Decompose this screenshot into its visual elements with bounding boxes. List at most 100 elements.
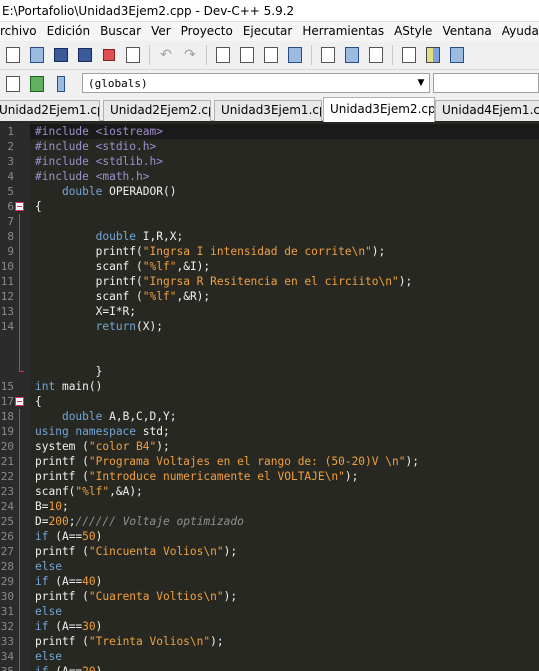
- code-line[interactable]: 9 printf("Ingrsa I intensidad de corrite…: [7, 244, 539, 259]
- code-line[interactable]: 17 {: [1, 394, 539, 409]
- code-line[interactable]: 13 X=I*R;: [1, 304, 539, 319]
- code-line[interactable]: 34 else: [1, 649, 539, 664]
- find-next-icon[interactable]: [260, 44, 282, 66]
- code-line[interactable]: 28 else: [1, 559, 539, 574]
- code-line[interactable]: 20 system ("color B4");: [1, 439, 539, 454]
- code-line[interactable]: 21 printf ("Programa Voltajes en el rango…: [1, 454, 539, 469]
- save-icon[interactable]: [50, 44, 72, 66]
- code-token: ): [95, 530, 103, 543]
- menu-buscar[interactable]: Buscar: [95, 22, 146, 41]
- line-number: 28: [0, 560, 14, 573]
- code-editor[interactable]: 1 #include <iostream> 2 #include <stdio.h> 3…: [0, 121, 539, 671]
- print-icon[interactable]: [122, 44, 144, 66]
- code-line[interactable]: 2 #include <stdio.h>: [7, 139, 539, 154]
- insert-icon[interactable]: [365, 44, 387, 66]
- toggle-layout-icon[interactable]: [317, 44, 339, 66]
- fold-collapse-icon[interactable]: [15, 397, 24, 406]
- code-token: printf(: [35, 275, 143, 288]
- code-token: {: [35, 395, 42, 408]
- menu-archivo[interactable]: rchivo: [0, 22, 42, 41]
- menu-edicion[interactable]: Edición: [42, 22, 95, 41]
- fold-guide: [19, 619, 20, 634]
- fold-collapse-icon[interactable]: [15, 202, 24, 211]
- tab-unidad2ejem1[interactable]: Unidad2Ejem1.cpp: [0, 100, 100, 121]
- code-line[interactable]: }: [19, 364, 539, 379]
- main-toolbar: ↶ ↷: [0, 41, 539, 70]
- code-line[interactable]: [19, 349, 539, 364]
- code-token: 50: [82, 530, 96, 543]
- code-line[interactable]: 26 if (A==50): [1, 529, 539, 544]
- new-file-icon[interactable]: [2, 44, 24, 66]
- code-line[interactable]: 15 int main(): [1, 379, 539, 394]
- code-token: ): [96, 665, 103, 671]
- open-file-icon[interactable]: [26, 44, 48, 66]
- code-line[interactable]: 4 #include <math.h>: [7, 169, 539, 184]
- code-token: 20: [82, 665, 95, 671]
- menu-ventana[interactable]: Ventana: [437, 22, 496, 41]
- member-selector[interactable]: [433, 73, 539, 93]
- code-line[interactable]: 12 scanf ("%lf",&R);: [1, 289, 539, 304]
- menu-ver[interactable]: Ver: [146, 22, 176, 41]
- code-token: 10: [48, 500, 62, 513]
- code-line[interactable]: 25 D=200;////// Voltaje optimizado: [1, 514, 539, 529]
- code-line[interactable]: 29 if (A==40): [1, 574, 539, 589]
- code-line[interactable]: 18 double A,B,C,D,Y;: [1, 409, 539, 424]
- menu-proyecto[interactable]: Proyecto: [176, 22, 238, 41]
- chevron-down-icon[interactable]: ▼: [413, 74, 429, 92]
- code-token: }: [35, 365, 103, 378]
- compile-icon[interactable]: [398, 44, 420, 66]
- grid-icon[interactable]: [422, 44, 444, 66]
- undo-icon[interactable]: ↶: [155, 44, 177, 66]
- code-line[interactable]: 11 printf("Ingrsa R Resitencia en el cir…: [1, 274, 539, 289]
- goto-definition-icon[interactable]: [26, 73, 48, 95]
- help-icon[interactable]: [446, 44, 468, 66]
- code-line[interactable]: 5 double OPERADOR(): [7, 184, 539, 199]
- code-line[interactable]: 1 #include <iostream>: [7, 124, 539, 139]
- code-text: #include <math.h>: [35, 169, 150, 184]
- code-line[interactable]: 19 using namespace std;: [1, 424, 539, 439]
- replace-icon[interactable]: [236, 44, 258, 66]
- code-line[interactable]: 31 else: [1, 604, 539, 619]
- code-line[interactable]: 32 if (A==30): [1, 619, 539, 634]
- code-line[interactable]: 27 printf ("Cincuenta Volios\n");: [1, 544, 539, 559]
- code-line[interactable]: 14 return(X);: [1, 319, 539, 334]
- menu-ejecutar[interactable]: Ejecutar: [238, 22, 298, 41]
- code-line[interactable]: 8 double I,R,X;: [7, 229, 539, 244]
- menu-astyle[interactable]: AStyle: [389, 22, 437, 41]
- tab-unidad3ejem1[interactable]: Unidad3Ejem1.cpp: [214, 100, 322, 121]
- code-token: printf (: [35, 635, 89, 648]
- tab-unidad3ejem2[interactable]: Unidad3Ejem2.cpp: [323, 97, 435, 122]
- code-area[interactable]: 1 #include <iostream> 2 #include <stdio.h> 3…: [1, 124, 539, 671]
- menu-ayuda[interactable]: Ayuda: [497, 22, 539, 41]
- code-token: A,B,C,D,Y;: [102, 410, 177, 423]
- fold-guide: [19, 334, 20, 349]
- code-line[interactable]: 10 scanf ("%lf",&I);: [1, 259, 539, 274]
- code-text: printf ("Cuarenta Voltios\n");: [35, 589, 237, 604]
- code-line[interactable]: 33 printf ("Treinta Volios\n");: [1, 634, 539, 649]
- menu-herramientas[interactable]: Herramientas: [297, 22, 389, 41]
- code-line[interactable]: 24 B=10;: [1, 499, 539, 514]
- code-line[interactable]: 3 #include <stdlib.h>: [7, 154, 539, 169]
- close-icon[interactable]: [98, 44, 120, 66]
- code-token: "Treinta Volios\n": [88, 635, 211, 648]
- code-token: 40: [82, 575, 96, 588]
- code-line[interactable]: 22 printf ("Introduce numericamente el VO…: [1, 469, 539, 484]
- find-icon[interactable]: [212, 44, 234, 66]
- code-line[interactable]: 7: [7, 214, 539, 229]
- bookmark-icon[interactable]: [50, 73, 72, 95]
- code-token: if: [35, 530, 49, 543]
- redo-icon[interactable]: ↷: [179, 44, 201, 66]
- class-browser-icon[interactable]: [2, 73, 24, 95]
- code-line[interactable]: 30 printf ("Cuarenta Voltios\n");: [1, 589, 539, 604]
- save-all-icon[interactable]: [74, 44, 96, 66]
- code-line[interactable]: 35 if (A==20): [1, 664, 539, 671]
- code-line[interactable]: 6{: [7, 199, 539, 214]
- goto-line-icon[interactable]: [284, 44, 306, 66]
- scope-selector[interactable]: (globals) ▼: [82, 73, 430, 93]
- code-line[interactable]: 23 scanf("%lf",&A);: [1, 484, 539, 499]
- tab-unidad4ejem1[interactable]: Unidad4Ejem1.cpp: [435, 100, 539, 121]
- tab-unidad2ejem2[interactable]: Unidad2Ejem2.cpp: [103, 100, 211, 121]
- code-line[interactable]: [19, 334, 539, 349]
- new-class-icon[interactable]: [341, 44, 363, 66]
- line-number: 22: [0, 470, 14, 483]
